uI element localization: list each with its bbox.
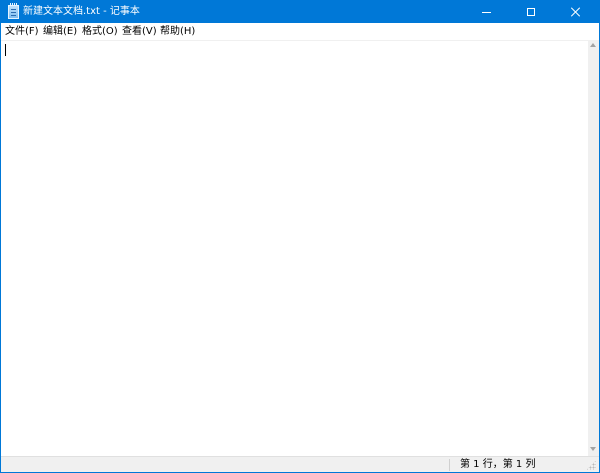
status-bar: 第 1 行，第 1 列 (1, 456, 599, 472)
close-icon (571, 7, 581, 17)
cursor-position: 第 1 行，第 1 列 (460, 459, 536, 470)
text-editor[interactable] (1, 40, 588, 456)
text-caret (5, 44, 6, 56)
close-button[interactable] (554, 1, 599, 23)
scroll-down-arrow-icon[interactable] (590, 447, 597, 453)
notepad-icon (8, 3, 19, 19)
vertical-scrollbar[interactable] (588, 40, 599, 456)
minimize-button[interactable] (464, 1, 509, 23)
maximize-button[interactable] (509, 1, 554, 23)
menu-file[interactable]: 文件(F) (5, 23, 39, 40)
maximize-icon (527, 8, 535, 16)
title-bar[interactable]: 新建文本文档.txt - 记事本 (1, 1, 599, 23)
menu-help[interactable]: 帮助(H) (160, 23, 195, 40)
status-divider (449, 459, 450, 471)
window-title: 新建文本文档.txt - 记事本 (23, 6, 140, 17)
resize-grip-icon[interactable] (586, 460, 596, 470)
notepad-window: 新建文本文档.txt - 记事本 文件(F) 编辑(E) 格式(O) 查看(V)… (0, 0, 600, 473)
menu-format[interactable]: 格式(O) (82, 23, 118, 40)
menu-bar: 文件(F) 编辑(E) 格式(O) 查看(V) 帮助(H) (1, 23, 599, 40)
scroll-up-arrow-icon[interactable] (590, 43, 597, 49)
minimize-icon (482, 12, 491, 13)
menu-view[interactable]: 查看(V) (122, 23, 157, 40)
menu-edit[interactable]: 编辑(E) (43, 23, 77, 40)
